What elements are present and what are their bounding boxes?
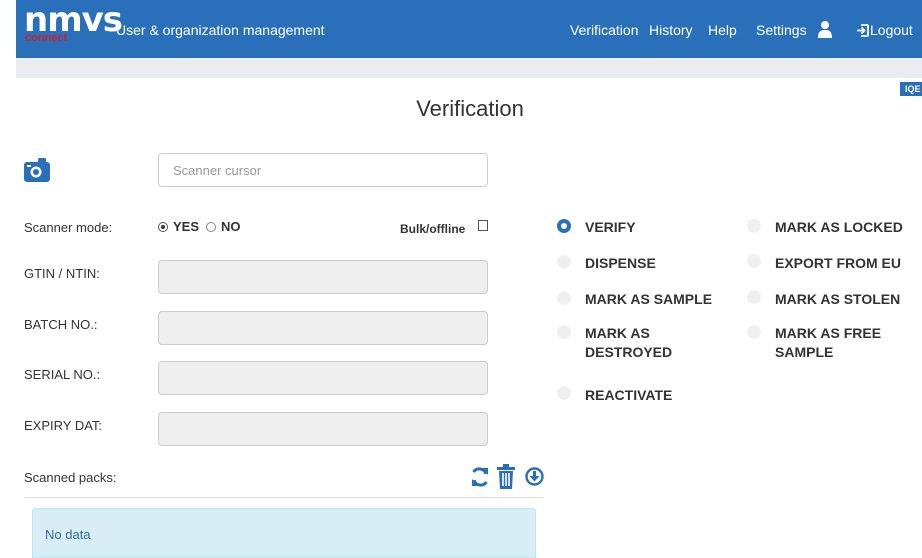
scanner-mode-yes-radio[interactable]: YES bbox=[158, 219, 199, 234]
scanner-mode-label: Scanner mode: bbox=[24, 220, 113, 235]
op-dispense-label[interactable]: DISPENSE bbox=[585, 254, 656, 273]
op-export-from-eu-label[interactable]: EXPORT FROM EU bbox=[775, 254, 901, 273]
trash-icon[interactable] bbox=[496, 464, 516, 489]
nav-verification[interactable]: Verification bbox=[570, 22, 638, 38]
nav-settings[interactable]: Settings bbox=[756, 22, 807, 38]
radio-unchecked-icon bbox=[206, 222, 216, 232]
serial-label: SERIAL NO.: bbox=[24, 367, 101, 382]
export-from-eu-radio[interactable] bbox=[747, 254, 761, 268]
serial-field[interactable] bbox=[158, 361, 488, 395]
mark-as-stolen-radio[interactable] bbox=[747, 290, 761, 304]
logout-icon bbox=[857, 24, 869, 37]
radio-checked-icon bbox=[158, 222, 168, 232]
op-reactivate-label[interactable]: REACTIVATE bbox=[585, 386, 672, 405]
batch-label: BATCH NO.: bbox=[24, 317, 98, 332]
bulk-offline-label: Bulk/offline bbox=[400, 222, 466, 236]
logout-button[interactable]: Logout bbox=[856, 22, 913, 38]
mark-as-locked-radio[interactable] bbox=[747, 219, 761, 233]
scanner-mode-no-radio[interactable]: NO bbox=[206, 219, 241, 234]
batch-field[interactable] bbox=[158, 311, 488, 345]
op-verify-label[interactable]: VERIFY bbox=[585, 218, 636, 237]
op-mark-as-locked-label[interactable]: MARK AS LOCKED bbox=[775, 218, 903, 237]
logout-label: Logout bbox=[870, 22, 913, 38]
scanned-packs-label: Scanned packs: bbox=[24, 470, 117, 485]
no-label: NO bbox=[221, 219, 241, 234]
verify-radio[interactable] bbox=[557, 219, 571, 233]
op-mark-as-stolen-label[interactable]: MARK AS STOLEN bbox=[775, 290, 900, 309]
mark-as-free-sample-radio[interactable] bbox=[747, 325, 761, 339]
camera-icon[interactable] bbox=[24, 156, 50, 184]
gtin-label: GTIN / NTIN: bbox=[24, 266, 100, 281]
no-data-panel: No data bbox=[32, 508, 536, 558]
mark-as-sample-radio[interactable] bbox=[557, 291, 571, 305]
op-line: SAMPLE bbox=[775, 344, 834, 360]
logo-subtext: connect bbox=[25, 32, 68, 44]
refresh-icon[interactable] bbox=[470, 466, 490, 488]
no-data-text: No data bbox=[45, 527, 91, 542]
op-mark-as-sample-label[interactable]: MARK AS SAMPLE bbox=[585, 290, 712, 309]
reactivate-radio[interactable] bbox=[557, 386, 571, 400]
op-line: MARK AS FREE bbox=[775, 325, 882, 341]
app-title: User & organization management bbox=[116, 22, 325, 38]
iqe-badge[interactable]: IQE bbox=[900, 82, 922, 96]
op-line: MARK AS bbox=[585, 325, 650, 341]
op-mark-as-destroyed-label[interactable]: MARK AS DESTROYED bbox=[585, 324, 672, 362]
sub-header-strip bbox=[16, 58, 922, 78]
nmvs-logo[interactable]: nmvs connect bbox=[24, 3, 123, 49]
download-circle-icon[interactable] bbox=[525, 467, 544, 486]
op-line: DESTROYED bbox=[585, 344, 673, 360]
yes-label: YES bbox=[173, 219, 200, 234]
mark-as-destroyed-radio[interactable] bbox=[557, 325, 571, 339]
op-mark-as-free-sample-label[interactable]: MARK AS FREE SAMPLE bbox=[775, 324, 881, 362]
nav-history[interactable]: History bbox=[649, 22, 693, 38]
gtin-field[interactable] bbox=[158, 260, 488, 294]
page-title: Verification bbox=[416, 96, 524, 121]
scanned-packs-divider bbox=[24, 497, 544, 498]
user-icon[interactable] bbox=[818, 20, 832, 38]
scanner-input[interactable] bbox=[158, 153, 488, 187]
expiry-field[interactable] bbox=[158, 412, 488, 446]
nav-help[interactable]: Help bbox=[708, 22, 737, 38]
dispense-radio[interactable] bbox=[557, 255, 571, 269]
bulk-offline-checkbox[interactable] bbox=[478, 220, 488, 231]
expiry-label: EXPIRY DAT: bbox=[24, 418, 103, 433]
